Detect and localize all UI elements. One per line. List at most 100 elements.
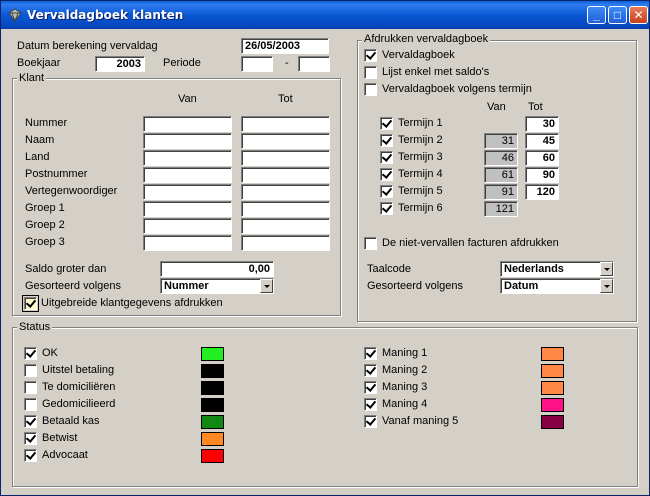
status-checkbox[interactable] bbox=[364, 415, 377, 428]
klant-row-label: Groep 1 bbox=[25, 202, 65, 214]
title-bar[interactable]: Vervaldagboek klanten _ □ ✕ bbox=[1, 1, 649, 29]
boekjaar-input[interactable]: 2003 bbox=[95, 56, 145, 72]
termijn-checkbox[interactable] bbox=[380, 117, 393, 130]
status-color-swatch[interactable] bbox=[541, 398, 564, 412]
termijn-van-field: 31 bbox=[484, 133, 518, 149]
status-label: Maning 4 bbox=[382, 398, 428, 410]
termijn-van-field: 121 bbox=[484, 201, 518, 217]
klant-row-label: Nummer bbox=[25, 117, 68, 129]
klant-van-header: Van bbox=[178, 93, 197, 105]
status-label: Vanaf maning 5 bbox=[382, 415, 459, 427]
termijn-tot-input[interactable]: 120 bbox=[525, 184, 559, 200]
afdrukken-option-checkbox[interactable] bbox=[364, 66, 377, 79]
saldo-label: Saldo groter dan bbox=[25, 263, 107, 275]
status-label: OK bbox=[42, 347, 58, 359]
status-color-swatch[interactable] bbox=[541, 364, 564, 378]
termijn-van-field: 61 bbox=[484, 167, 518, 183]
afdrukken-option-label: Lijst enkel met saldo's bbox=[382, 66, 490, 78]
status-checkbox[interactable] bbox=[364, 364, 377, 377]
klant-sort-select[interactable]: Nummer bbox=[160, 278, 274, 294]
close-icon: ✕ bbox=[633, 8, 644, 22]
afdrukken-option-checkbox[interactable] bbox=[364, 83, 377, 96]
status-checkbox[interactable] bbox=[24, 432, 37, 445]
klant-row-label: Land bbox=[25, 151, 50, 163]
klant-tot-input[interactable] bbox=[241, 218, 330, 234]
niet-vervallen-checkbox[interactable] bbox=[364, 237, 377, 250]
periode-from-input[interactable] bbox=[241, 56, 273, 72]
maximize-icon: □ bbox=[613, 8, 622, 22]
status-color-swatch[interactable] bbox=[541, 415, 564, 429]
maximize-button[interactable]: □ bbox=[608, 6, 627, 24]
status-group-title: Status bbox=[17, 321, 53, 333]
status-label: Gedomicilieerd bbox=[42, 398, 116, 410]
termijn-van-header: Van bbox=[487, 101, 506, 113]
termijn-label: Termijn 5 bbox=[398, 185, 443, 197]
afdrukken-option-checkbox[interactable] bbox=[364, 49, 377, 62]
status-color-swatch[interactable] bbox=[201, 381, 224, 395]
status-color-swatch[interactable] bbox=[201, 347, 224, 361]
klant-tot-input[interactable] bbox=[241, 133, 330, 149]
klant-tot-input[interactable] bbox=[241, 235, 330, 251]
klant-van-input[interactable] bbox=[143, 201, 232, 217]
close-button[interactable]: ✕ bbox=[629, 6, 648, 24]
status-checkbox[interactable] bbox=[364, 381, 377, 394]
klant-van-input[interactable] bbox=[143, 184, 232, 200]
afdrukken-option-label: Vervaldagboek bbox=[382, 49, 455, 61]
klant-van-input[interactable] bbox=[143, 167, 232, 183]
afdrukken-option-label: Vervaldagboek volgens termijn bbox=[382, 83, 532, 95]
klant-van-input[interactable] bbox=[143, 235, 232, 251]
klant-van-input[interactable] bbox=[143, 133, 232, 149]
klant-tot-input[interactable] bbox=[241, 184, 330, 200]
termijn-label: Termijn 6 bbox=[398, 202, 443, 214]
status-checkbox[interactable] bbox=[24, 381, 37, 394]
status-label: Maning 3 bbox=[382, 381, 428, 393]
klant-row-label: Naam bbox=[25, 134, 55, 146]
status-color-swatch[interactable] bbox=[201, 415, 224, 429]
termijn-tot-input[interactable]: 45 bbox=[525, 133, 559, 149]
periode-to-input[interactable] bbox=[298, 56, 330, 72]
afdrukken-sort-select[interactable]: Datum bbox=[500, 278, 614, 294]
chevron-down-icon[interactable] bbox=[600, 262, 613, 276]
klant-van-input[interactable] bbox=[143, 150, 232, 166]
klant-tot-input[interactable] bbox=[241, 167, 330, 183]
datum-input[interactable]: 26/05/2003 bbox=[241, 38, 329, 54]
status-checkbox[interactable] bbox=[364, 398, 377, 411]
klant-tot-input[interactable] bbox=[241, 116, 330, 132]
status-color-swatch[interactable] bbox=[201, 449, 224, 463]
klant-van-input[interactable] bbox=[143, 116, 232, 132]
klant-tot-input[interactable] bbox=[241, 150, 330, 166]
termijn-checkbox[interactable] bbox=[380, 168, 393, 181]
termijn-tot-input[interactable]: 90 bbox=[525, 167, 559, 183]
saldo-input[interactable]: 0,00 bbox=[160, 261, 274, 277]
status-checkbox[interactable] bbox=[24, 398, 37, 411]
status-color-swatch[interactable] bbox=[541, 347, 564, 361]
chevron-down-icon[interactable] bbox=[600, 279, 613, 293]
klant-group-title: Klant bbox=[17, 72, 47, 84]
status-label: Advocaat bbox=[42, 449, 88, 461]
uitgebreid-checkbox[interactable] bbox=[22, 295, 39, 312]
status-color-swatch[interactable] bbox=[541, 381, 564, 395]
status-label: Betwist bbox=[42, 432, 78, 444]
status-color-swatch[interactable] bbox=[201, 432, 224, 446]
termijn-checkbox[interactable] bbox=[380, 185, 393, 198]
status-color-swatch[interactable] bbox=[201, 398, 224, 412]
taalcode-select[interactable]: Nederlands bbox=[500, 261, 614, 277]
status-checkbox[interactable] bbox=[24, 364, 37, 377]
periode-label: Periode bbox=[163, 57, 201, 69]
termijn-checkbox[interactable] bbox=[380, 202, 393, 215]
termijn-checkbox[interactable] bbox=[380, 134, 393, 147]
klant-van-input[interactable] bbox=[143, 218, 232, 234]
status-checkbox[interactable] bbox=[24, 347, 37, 360]
status-color-swatch[interactable] bbox=[201, 364, 224, 378]
minimize-button[interactable]: _ bbox=[587, 6, 606, 24]
status-checkbox[interactable] bbox=[24, 449, 37, 462]
termijn-checkbox[interactable] bbox=[380, 151, 393, 164]
termijn-tot-input[interactable]: 30 bbox=[525, 116, 559, 132]
chevron-down-icon[interactable] bbox=[260, 279, 273, 293]
termijn-tot-input[interactable]: 60 bbox=[525, 150, 559, 166]
termijn-tot-header: Tot bbox=[528, 101, 543, 113]
klant-tot-input[interactable] bbox=[241, 201, 330, 217]
status-label: Uitstel betaling bbox=[42, 364, 115, 376]
status-checkbox[interactable] bbox=[364, 347, 377, 360]
status-checkbox[interactable] bbox=[24, 415, 37, 428]
